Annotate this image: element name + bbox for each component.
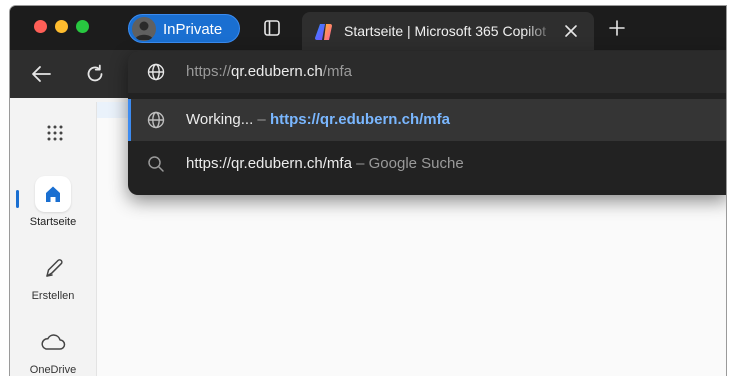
- pen-icon: [46, 259, 63, 277]
- suggestion-url: https://qr.edubern.ch/mfa: [269, 111, 450, 128]
- close-icon[interactable]: [564, 24, 578, 38]
- suggestion-title: Working...: [186, 111, 254, 128]
- suggestion-separator: –: [253, 111, 270, 128]
- arrow-left-icon: [32, 66, 51, 82]
- sidebar-item-label: Startseite: [29, 216, 77, 228]
- search-engine-label: Google Suche: [368, 155, 464, 172]
- inprivate-profile-button[interactable]: InPrivate: [128, 14, 240, 43]
- globe-icon: [146, 62, 166, 82]
- minimize-window-button[interactable]: [55, 20, 68, 33]
- suggestion-separator: –: [351, 155, 369, 172]
- tab-title: Startseite | Microsoft 365 Copilot: [344, 23, 547, 39]
- address-input[interactable]: https://qr.edubern.ch/mfa: [186, 63, 352, 80]
- cloud-icon: [41, 334, 66, 350]
- home-icon: [46, 186, 60, 202]
- sidebar-item-startseite[interactable]: Startseite: [16, 176, 90, 228]
- suggestion-text: https://qr.edubern.ch/mfa – Google Suche: [186, 155, 464, 172]
- user-icon: [135, 21, 153, 40]
- sidebar-item-label: OneDrive: [29, 364, 77, 376]
- address-bar[interactable]: https://qr.edubern.ch/mfa: [128, 51, 726, 93]
- omnibox-dropdown: https://qr.edubern.ch/mfa Working... – h…: [128, 51, 726, 195]
- copilot-icon: [314, 22, 334, 42]
- inprivate-label: InPrivate: [163, 21, 223, 38]
- reload-button[interactable]: [84, 63, 106, 85]
- url-path: /mfa: [322, 63, 352, 80]
- app-rail: Startseite Erstellen OneDrive: [10, 98, 96, 376]
- back-button[interactable]: [30, 64, 52, 84]
- tab-startseite[interactable]: Startseite | Microsoft 365 Copilot: [302, 12, 594, 50]
- app-launcher-icon[interactable]: [46, 124, 64, 142]
- url-scheme: https://: [186, 63, 232, 80]
- sidebar-item-onedrive[interactable]: OneDrive: [16, 324, 90, 376]
- avatar: [132, 17, 156, 41]
- zoom-window-button[interactable]: [76, 20, 89, 33]
- sidebar-item-erstellen[interactable]: Erstellen: [16, 250, 90, 302]
- sidebar-item-label: Erstellen: [31, 290, 75, 302]
- browser-window: InPrivate Startseite | Microsoft 365 Cop…: [10, 6, 726, 376]
- suggestion-text: Working... – https://qr.edubern.ch/mfa: [186, 111, 450, 128]
- suggestion-query: https://qr.edubern.ch/mfa: [186, 155, 352, 172]
- selection-indicator: [128, 99, 131, 141]
- new-tab-button[interactable]: [607, 18, 627, 38]
- suggestion-row[interactable]: Working... – https://qr.edubern.ch/mfa: [128, 99, 726, 141]
- search-icon: [146, 154, 166, 174]
- plus-icon: [609, 20, 625, 36]
- url-host: qr.edubern.ch: [231, 63, 323, 80]
- tab-actions-icon[interactable]: [262, 18, 282, 38]
- suggestion-row[interactable]: https://qr.edubern.ch/mfa – Google Suche: [128, 143, 726, 185]
- refresh-icon: [87, 64, 103, 82]
- globe-icon: [146, 110, 166, 130]
- close-window-button[interactable]: [34, 20, 47, 33]
- tab-strip: InPrivate Startseite | Microsoft 365 Cop…: [10, 6, 726, 50]
